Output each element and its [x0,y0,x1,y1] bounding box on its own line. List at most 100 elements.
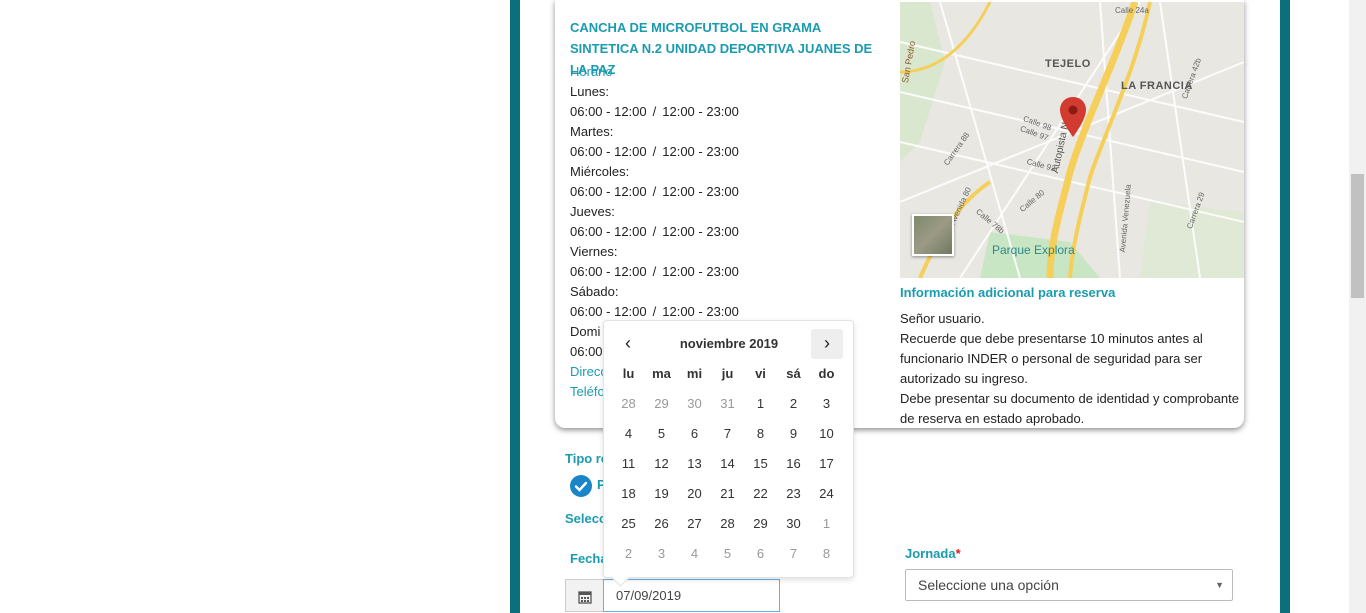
slot-morning: 06:00 - 12:00 [570,264,647,279]
slot-morning: 06:00 - 12:00 [570,224,647,239]
day-cell[interactable]: 16 [777,449,810,479]
jornada-label: Jornada* [905,546,961,561]
day-cell[interactable]: 4 [612,419,645,449]
day-cell[interactable]: 13 [678,449,711,479]
day-cell[interactable]: 1 [744,389,777,419]
day-cell[interactable]: 7 [711,419,744,449]
day-cell[interactable]: 7 [777,539,810,569]
slot-morning: 06:00 - 12:00 [570,184,647,199]
schedule-label[interactable]: Horario [570,62,890,82]
week-row: 11 12 13 14 15 16 17 [612,449,843,479]
schedule-day: Sábado: [570,284,619,299]
day-cell[interactable]: 2 [777,389,810,419]
day-cell[interactable]: 22 [744,479,777,509]
day-cell[interactable]: 31 [711,389,744,419]
slot-separator: / [652,104,657,119]
info-line: Debe presentar su documento de identidad… [900,391,1239,406]
day-cell[interactable]: 15 [744,449,777,479]
weekday-header: sá [786,366,801,381]
day-cell[interactable]: 18 [612,479,645,509]
day-cell[interactable]: 3 [645,539,678,569]
schedule-day: Viernes: [570,244,618,259]
schedule-slots: 06:00 - 12:00 / 12:00 - 23:00 [570,102,890,122]
map-label: Calle 24a [1115,6,1149,15]
day-cell[interactable]: 8 [744,419,777,449]
day-cell[interactable]: 17 [810,449,843,479]
fecha-label: Fecha [570,551,608,566]
day-cell[interactable]: 12 [645,449,678,479]
day-cell[interactable]: 24 [810,479,843,509]
schedule-day: Martes: [570,124,614,139]
day-cell[interactable]: 28 [711,509,744,539]
scrollbar-track[interactable] [1349,0,1366,613]
day-cell[interactable]: 6 [678,419,711,449]
next-month-button[interactable]: › [811,329,843,359]
slot-afternoon: 12:00 - 23:00 [662,144,739,159]
info-line: de reserva en estado aprobado. [900,411,1085,426]
day-cell[interactable]: 10 [810,419,843,449]
slot-morning: 06:00 [570,344,603,359]
day-cell[interactable]: 14 [711,449,744,479]
day-cell[interactable]: 25 [612,509,645,539]
jornada-select[interactable]: Seleccione una opción ▼ [905,569,1233,601]
slot-morning: 06:00 - 12:00 [570,144,647,159]
info-body: Señor usuario. Recuerde que debe presenta… [900,309,1250,429]
slot-separator: / [652,144,657,159]
slot-afternoon: 12:00 - 23:00 [662,304,739,319]
calendar-grid: lu ma mi ju vi sá do 28 29 30 31 1 2 3 4 5 6 7 8 9 10 11 12 13 1… [612,359,843,569]
schedule-day: Lunes: [570,84,610,99]
day-cell[interactable]: 19 [645,479,678,509]
dropdown-arrow-icon: ▼ [1215,580,1224,590]
day-cell[interactable]: 29 [645,389,678,419]
weekday-header: mi [686,366,703,381]
location-map[interactable]: TEJELO LA FRANCIA Parque Explora Autopista … [900,2,1244,278]
slot-separator: / [652,184,657,199]
weekday-header: do [818,366,835,381]
day-cell[interactable]: 26 [645,509,678,539]
day-cell[interactable]: 20 [678,479,711,509]
day-cell[interactable]: 2 [612,539,645,569]
slot-separator: / [652,224,657,239]
map-label: TEJELO [1045,58,1091,70]
jornada-label-text: Jornada [905,546,956,561]
date-input[interactable]: 07/09/2019 [603,579,780,612]
day-cell[interactable]: 27 [678,509,711,539]
day-cell[interactable]: 1 [810,509,843,539]
calendar-icon[interactable] [565,579,603,612]
day-cell[interactable]: 9 [777,419,810,449]
week-row: 4 5 6 7 8 9 10 [612,419,843,449]
calendar-glyph [577,591,592,604]
weekday-header: ma [652,366,671,381]
day-cell[interactable]: 21 [711,479,744,509]
weekday-header: lu [622,366,635,381]
day-cell[interactable]: 5 [645,419,678,449]
day-cell[interactable]: 23 [777,479,810,509]
info-line: Recuerde que debe presentarse 10 minutos… [900,331,1203,346]
required-mark: * [955,546,961,561]
day-cell[interactable]: 11 [612,449,645,479]
day-cell[interactable]: 30 [678,389,711,419]
day-cell[interactable]: 28 [612,389,645,419]
day-cell[interactable]: 6 [744,539,777,569]
check-icon [574,481,588,492]
scrollbar-thumb[interactable] [1351,174,1364,298]
day-cell[interactable]: 29 [744,509,777,539]
day-cell[interactable]: 4 [678,539,711,569]
day-cell[interactable]: 8 [810,539,843,569]
schedule-slots: 06:00 - 12:00 / 12:00 - 23:00 [570,262,890,282]
day-cell[interactable]: 3 [810,389,843,419]
slot-morning: 06:00 - 12:00 [570,104,647,119]
info-line: funcionario INDER o personal de segurida… [900,351,1203,366]
satellite-toggle[interactable] [912,214,954,256]
schedule-day: Jueves: [570,204,615,219]
day-cell[interactable]: 5 [711,539,744,569]
month-title[interactable]: noviembre 2019 [649,329,809,359]
slot-separator: / [652,264,657,279]
day-cell[interactable]: 30 [777,509,810,539]
weekday-header: ju [721,366,734,381]
schedule-slots: 06:00 - 12:00 / 12:00 - 23:00 [570,222,890,242]
prev-month-button[interactable]: ‹ [612,329,644,359]
week-row: 2345678 [612,539,843,569]
week-row: 25 26 27 28 29 30 1 [612,509,843,539]
option-check[interactable] [570,475,592,497]
